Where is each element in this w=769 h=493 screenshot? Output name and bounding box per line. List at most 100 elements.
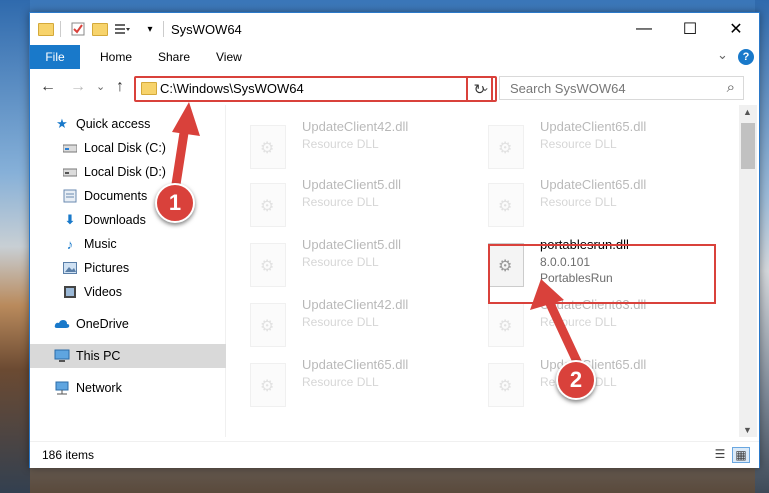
explorer-window: ▾ SysWOW64 — ☐ ✕ File Home Share View ⌄ … <box>29 12 760 468</box>
navigation-bar: ← → ⌄ ↑ C:\Windows\SysWOW64 ⌄ ↻ Search S… <box>30 69 759 105</box>
step-badge-1: 1 <box>155 183 195 223</box>
file-item[interactable]: UpdateClient5.dll Resource DLL <box>242 235 472 287</box>
dll-file-icon <box>250 183 286 227</box>
sidebar-item-label: Local Disk (D:) <box>84 165 166 179</box>
sidebar-item-label: OneDrive <box>76 317 129 331</box>
sidebar-item-quick-access[interactable]: ★ Quick access <box>30 112 247 136</box>
address-bar[interactable]: C:\Windows\SysWOW64 ⌄ <box>134 76 497 102</box>
item-count: 186 items <box>42 448 95 462</box>
recent-locations-icon[interactable]: ⌄ <box>96 80 105 93</box>
file-name: UpdateClient65.dll <box>540 177 647 192</box>
sidebar-item-label: Videos <box>84 285 122 299</box>
divider <box>163 21 164 37</box>
sidebar-item-downloads[interactable]: ⬇ Downloads 📌︎ <box>30 208 255 232</box>
large-icons-view-icon[interactable]: ▦ <box>732 447 750 463</box>
divider <box>60 21 61 37</box>
file-name: UpdateClient42.dll <box>302 297 409 312</box>
search-icon[interactable]: ⌕ <box>727 79 735 96</box>
file-type: Resource DLL <box>540 195 617 209</box>
minimize-button[interactable]: — <box>621 13 667 45</box>
ribbon-collapse-icon[interactable]: ⌄ <box>717 47 728 63</box>
properties-icon[interactable] <box>70 21 86 37</box>
window-title: SysWOW64 <box>171 22 242 37</box>
file-name: UpdateClient42.dll <box>302 119 409 134</box>
sidebar-item-videos[interactable]: Videos 📌︎ <box>30 280 255 304</box>
sidebar-item-label: Music <box>84 237 117 251</box>
dll-file-icon <box>488 303 524 347</box>
cloud-icon <box>54 316 70 332</box>
scroll-down-icon[interactable]: ▼ <box>743 425 752 435</box>
search-input[interactable]: Search SysWOW64 ⌕ <box>499 76 744 100</box>
file-name: UpdateClient65.dll <box>302 357 409 372</box>
folder-icon <box>141 82 157 95</box>
tab-share[interactable]: Share <box>154 45 194 69</box>
file-name: UpdateClient5.dll <box>302 237 402 252</box>
file-type: Resource DLL <box>302 315 379 329</box>
new-folder-icon[interactable] <box>92 21 108 37</box>
forward-arrow-icon[interactable]: → <box>70 78 86 96</box>
dll-file-icon <box>250 363 286 407</box>
sidebar-item-label: This PC <box>76 349 121 363</box>
file-item[interactable]: UpdateClient42.dll Resource DLL <box>242 117 472 169</box>
sidebar-item-music[interactable]: ♪ Music 📌︎ <box>30 232 255 256</box>
dll-file-icon <box>488 125 524 169</box>
sidebar-item-pictures[interactable]: Pictures 📌︎ <box>30 256 255 280</box>
file-item[interactable]: UpdateClient65.dll Resource DLL <box>242 355 472 407</box>
sidebar-item-label: Documents <box>84 189 148 203</box>
file-type: Resource DLL <box>302 255 379 269</box>
file-type: Resource DLL <box>540 137 617 151</box>
file-name: UpdateClient5.dll <box>302 177 402 192</box>
file-type: Resource DLL <box>540 315 617 329</box>
refresh-button[interactable]: ↻ <box>466 76 493 102</box>
file-type: Resource DLL <box>302 195 379 209</box>
customize-icon[interactable] <box>114 21 130 37</box>
sidebar-item-local-disk-d[interactable]: Local Disk (D:) 📌︎ <box>30 160 255 184</box>
videos-icon <box>62 284 78 300</box>
file-item[interactable]: UpdateClient42.dll Resource DLL <box>242 295 472 347</box>
music-icon: ♪ <box>66 236 74 252</box>
sidebar-item-label: Local Disk (C:) <box>84 141 166 155</box>
sidebar-item-this-pc[interactable]: This PC <box>30 344 247 368</box>
title-bar: ▾ SysWOW64 — ☐ ✕ <box>30 13 759 45</box>
up-arrow-icon[interactable]: ↑ <box>116 78 124 96</box>
desktop-wallpaper-left <box>0 0 30 493</box>
dll-file-icon <box>250 303 286 347</box>
search-placeholder: Search SysWOW64 <box>510 81 626 96</box>
highlight-box-portablesrun <box>488 244 716 304</box>
status-bar: 186 items ☰ ▦ <box>30 441 759 468</box>
dll-file-icon <box>488 183 524 227</box>
drive-icon <box>62 140 78 156</box>
details-view-icon[interactable]: ☰ <box>712 447 728 461</box>
file-type: Resource DLL <box>302 375 379 389</box>
scrollbar-thumb[interactable] <box>741 123 755 169</box>
sidebar-item-network[interactable]: Network <box>30 376 247 400</box>
navigation-pane: ★ Quick access Local Disk (C:) 📌︎ Local … <box>30 105 247 437</box>
sidebar-item-label: Quick access <box>76 117 151 131</box>
tab-home[interactable]: Home <box>96 45 136 69</box>
address-path: C:\Windows\SysWOW64 <box>160 81 304 96</box>
sidebar-item-documents[interactable]: Documents 📌︎ <box>30 184 255 208</box>
file-item[interactable]: UpdateClient5.dll Resource DLL <box>242 175 472 227</box>
tab-file[interactable]: File <box>30 45 80 69</box>
help-icon[interactable]: ? <box>738 49 754 65</box>
tab-view[interactable]: View <box>212 45 246 69</box>
back-arrow-icon[interactable]: ← <box>40 78 56 96</box>
vertical-scrollbar[interactable]: ▲ ▼ <box>739 105 757 437</box>
file-item[interactable]: UpdateClient65.dll Resource DLL <box>480 117 710 169</box>
sidebar-item-label: Pictures <box>84 261 130 275</box>
sidebar-item-label: Network <box>76 381 122 395</box>
sidebar-item-label: Downloads <box>84 213 146 227</box>
documents-icon <box>62 188 78 204</box>
sidebar-item-onedrive[interactable]: OneDrive <box>30 312 247 336</box>
maximize-button[interactable]: ☐ <box>667 13 713 45</box>
chevron-down-icon[interactable]: ▾ <box>142 21 158 37</box>
close-button[interactable]: ✕ <box>713 13 759 45</box>
drive-icon <box>62 164 78 180</box>
file-item[interactable]: UpdateClient65.dll Resource DLL <box>480 175 710 227</box>
file-type: Resource DLL <box>302 137 379 151</box>
network-icon <box>54 380 70 396</box>
pictures-icon <box>62 260 78 276</box>
sidebar-item-local-disk-c[interactable]: Local Disk (C:) 📌︎ <box>30 136 255 160</box>
scroll-up-icon[interactable]: ▲ <box>743 107 752 117</box>
dll-file-icon <box>250 243 286 287</box>
